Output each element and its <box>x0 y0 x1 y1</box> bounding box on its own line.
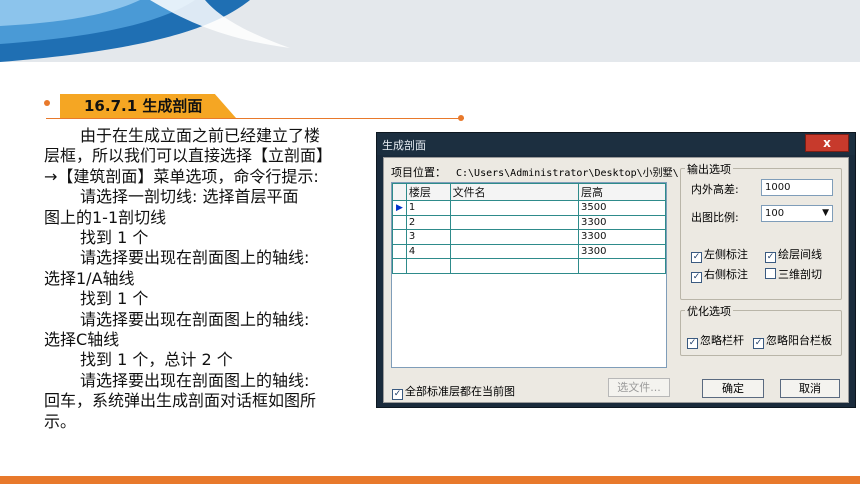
instruction-line: 回车，系统弹出生成剖面对话框如图所 <box>44 391 317 411</box>
instruction-line: 选择C轴线 <box>44 330 120 350</box>
filename-cell[interactable] <box>449 200 579 216</box>
table-row[interactable] <box>392 258 666 274</box>
row-selector-icon[interactable] <box>392 229 407 245</box>
floor-lines-checkbox[interactable]: ✓ <box>765 252 776 263</box>
all-floors-checkbox-row[interactable]: ✓ 全部标准层都在当前图 <box>392 380 515 400</box>
footer-band <box>0 476 860 484</box>
instruction-line: 示。 <box>44 411 77 431</box>
instruction-line: 请选择一剖切线: 选择首层平面 <box>80 187 299 207</box>
scale-select[interactable]: 100 ▼ <box>761 205 833 222</box>
left-annotation-row[interactable]: ✓ 左侧标注 <box>691 243 748 263</box>
output-options-group: 输出选项 内外高差: 1000 出图比例: 100 ▼ ✓ 左侧标注 ✓ 绘层间线 … <box>680 161 842 300</box>
ignore-rail-row[interactable]: ✓ 忽略栏杆 <box>687 329 744 349</box>
floor-cell[interactable]: 2 <box>405 214 451 230</box>
ignore-balcony-row[interactable]: ✓ 忽略阳台栏板 <box>753 329 832 349</box>
section-title: 16.7.1 生成剖面 <box>84 97 203 115</box>
right-annotation-label: 右侧标注 <box>704 268 748 281</box>
row-selector-icon[interactable] <box>392 258 407 274</box>
dialog-titlebar[interactable]: 生成剖面 x <box>377 133 855 155</box>
height-cell[interactable]: 3500 <box>577 200 666 216</box>
instruction-line: 图上的1-1剖切线 <box>44 207 167 227</box>
ignore-rail-label: 忽略栏杆 <box>700 334 744 347</box>
heading-dot <box>44 100 50 106</box>
heading-underline <box>46 118 464 119</box>
floor-cell[interactable]: 3 <box>405 229 451 245</box>
ok-button[interactable]: 确定 <box>702 379 764 398</box>
dialog-body: 项目位置： C:\Users\Administrator\Desktop\小别墅… <box>383 157 849 403</box>
all-floors-checkbox[interactable]: ✓ <box>392 389 403 400</box>
section-heading: 16.7.1 生成剖面 <box>40 92 464 122</box>
instruction-line: 找到 1 个，总计 2 个 <box>80 350 233 370</box>
dialog-title: 生成剖面 <box>382 139 426 152</box>
filename-cell[interactable] <box>449 214 579 230</box>
ignore-balcony-label: 忽略阳台栏板 <box>766 334 832 347</box>
right-annotation-checkbox[interactable]: ✓ <box>691 272 702 283</box>
floor-cell[interactable]: 4 <box>405 243 451 259</box>
filename-cell[interactable] <box>449 258 579 274</box>
choose-file-button[interactable]: 选文件... <box>608 378 670 397</box>
height-cell[interactable]: 3300 <box>577 214 666 230</box>
scale-select-value: 100 <box>765 208 785 219</box>
instruction-line: 找到 1 个 <box>80 228 149 248</box>
floor-cell[interactable]: 1 <box>405 200 451 216</box>
instruction-line: →【建筑剖面】菜单选项，命令行提示: <box>44 166 319 186</box>
height-cell[interactable] <box>577 258 666 274</box>
generate-section-dialog: 生成剖面 x 项目位置： C:\Users\Administrator\Desk… <box>376 132 856 408</box>
table-row[interactable]: ▶ 1 3500 <box>392 200 666 216</box>
three-d-section-checkbox[interactable] <box>765 268 776 279</box>
instruction-line: 请选择要出现在剖面图上的轴线: <box>80 370 310 390</box>
wave-decoration <box>0 0 290 62</box>
floor-lines-label: 绘层间线 <box>778 248 822 261</box>
heading-end-dot <box>458 115 464 121</box>
table-row[interactable]: 4 3300 <box>392 243 666 259</box>
filename-cell[interactable] <box>449 229 579 245</box>
instruction-line: 层框，所以我们可以直接选择【立剖面】 <box>44 146 333 166</box>
close-button[interactable]: x <box>805 134 849 152</box>
height-diff-input[interactable]: 1000 <box>761 179 833 196</box>
ignore-balcony-checkbox[interactable]: ✓ <box>753 338 764 349</box>
height-cell[interactable]: 3300 <box>577 243 666 259</box>
floor-cell[interactable] <box>405 258 451 274</box>
project-path-value: C:\Users\Administrator\Desktop\小别墅\ <box>456 168 679 179</box>
filename-cell[interactable] <box>449 243 579 259</box>
instruction-line: 由于在生成立面之前已经建立了楼 <box>80 126 321 145</box>
table-row[interactable]: 3 3300 <box>392 229 666 245</box>
floor-table[interactable]: 楼层 文件名 层高 ▶ 1 3500 2 3300 3 3300 4 3300 <box>391 182 667 368</box>
chevron-down-icon[interactable]: ▼ <box>822 206 829 221</box>
table-row[interactable]: 2 3300 <box>392 214 666 230</box>
instruction-line: 选择1/A轴线 <box>44 268 135 288</box>
row-selector-icon[interactable] <box>392 214 407 230</box>
all-floors-label: 全部标准层都在当前图 <box>405 385 515 398</box>
three-d-section-row[interactable]: 三维剖切 <box>765 263 822 282</box>
instruction-line: 找到 1 个 <box>80 289 149 309</box>
output-options-title: 输出选项 <box>685 161 733 177</box>
row-selector-icon[interactable]: ▶ <box>392 200 407 216</box>
left-annotation-label: 左侧标注 <box>704 248 748 261</box>
project-path-label: 项目位置： <box>391 166 446 179</box>
table-header-row: 楼层 文件名 层高 <box>392 183 666 201</box>
floor-lines-row[interactable]: ✓ 绘层间线 <box>765 243 822 263</box>
row-selector-icon[interactable] <box>392 243 407 259</box>
height-diff-label: 内外高差: <box>691 183 739 196</box>
optimize-options-title: 优化选项 <box>685 303 733 319</box>
cancel-button[interactable]: 取消 <box>780 379 840 398</box>
table-header-height: 层高 <box>577 183 666 201</box>
table-header-selector <box>392 183 407 201</box>
instruction-line: 请选择要出现在剖面图上的轴线: <box>80 309 310 329</box>
height-cell[interactable]: 3300 <box>577 229 666 245</box>
left-annotation-checkbox[interactable]: ✓ <box>691 252 702 263</box>
three-d-section-label: 三维剖切 <box>778 268 822 281</box>
table-header-filename: 文件名 <box>449 183 579 201</box>
table-header-floor: 楼层 <box>405 183 451 201</box>
optimize-options-group: 优化选项 ✓ 忽略栏杆 ✓ 忽略阳台栏板 <box>680 303 842 356</box>
scale-label: 出图比例: <box>691 211 739 224</box>
instruction-text: 由于在生成立面之前已经建立了楼 层框，所以我们可以直接选择【立剖面】 →【建筑剖面】… <box>44 126 364 432</box>
instruction-line: 请选择要出现在剖面图上的轴线: <box>80 248 310 268</box>
header-decoration <box>0 0 860 62</box>
right-annotation-row[interactable]: ✓ 右侧标注 <box>691 263 748 283</box>
ignore-rail-checkbox[interactable]: ✓ <box>687 338 698 349</box>
